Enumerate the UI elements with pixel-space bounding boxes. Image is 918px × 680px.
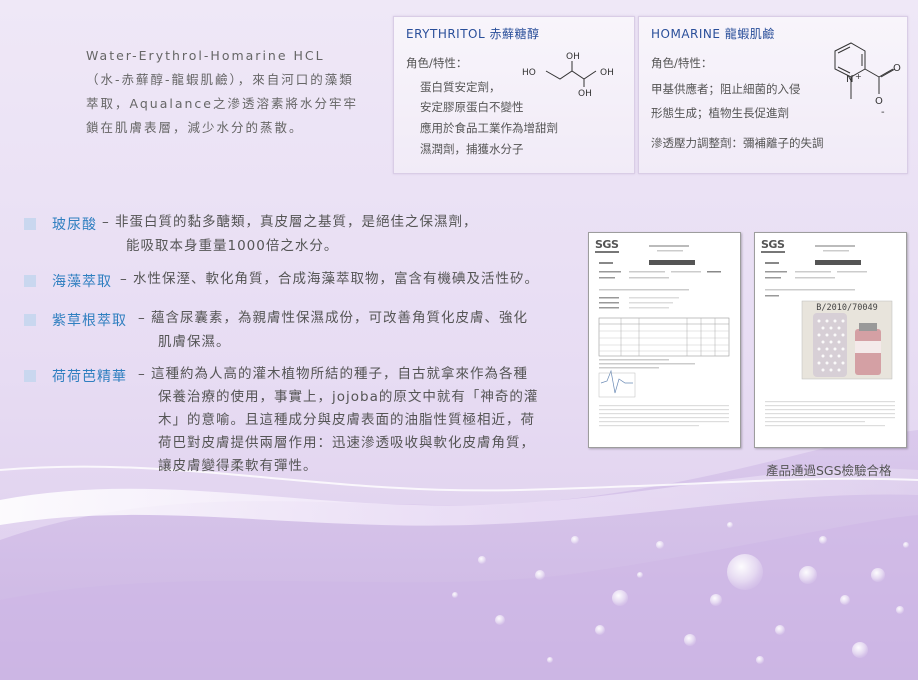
bullet-square — [24, 275, 36, 287]
intro-line: 鎖在肌膚表層，減少水分的蒸散。 — [86, 120, 304, 135]
ingredient-desc-line: – 非蛋白質的黏多醣類，真皮層之基質，是絕佳之保濕劑， — [102, 214, 478, 230]
bullet-square — [24, 314, 36, 326]
intro-line: 萃取，Aqualance之滲透溶素將水分牢牢 — [86, 96, 358, 111]
homarine-structure-icon: N + O O - — [834, 42, 901, 118]
structure-label: N — [846, 74, 853, 85]
ingredient-name: 荷荷芭精華 — [52, 369, 127, 385]
erythritol-line: 蛋白質安定劑， — [420, 80, 501, 94]
homarine-title: HOMARINE 龍蝦肌鹼 — [651, 27, 775, 41]
page: Water-Erythrol-Homarine HCL （水-赤蘚醇-龍蝦肌鹼）… — [0, 0, 918, 680]
ingredient-desc-line: 荷巴對皮膚提供兩層作用：迅速滲透吸收與軟化皮膚角質， — [158, 435, 535, 451]
erythritol-line: 應用於食品工業作為增甜劑 — [420, 121, 558, 135]
homarine-line: 形態生成；植物生長促進劑 — [651, 106, 789, 120]
ingredient-name: 海藻萃取 — [52, 274, 112, 290]
ingredient-name: 玻尿酸 — [52, 217, 97, 233]
ingredient-desc-line: – 水性保溼、軟化角質，合成海藻萃取物，富含有機碘及活性矽。 — [120, 271, 540, 287]
structure-label: O — [875, 96, 883, 107]
structure-label: - — [881, 107, 885, 118]
structure-label: OH — [600, 68, 614, 78]
report-document-icon — [765, 245, 895, 427]
bullet-square — [24, 218, 36, 230]
erythritol-structure-icon: HO OH OH OH — [522, 52, 614, 99]
bullet-square — [24, 370, 36, 382]
intro-paragraph: Water-Erythrol-Homarine HCL （水-赤蘚醇-龍蝦肌鹼）… — [86, 44, 386, 140]
sgs-caption: 產品通過SGS檢驗合格 — [766, 463, 892, 478]
ingredient-name: 紫草根萃取 — [52, 313, 127, 329]
erythritol-title: ERYTHRITOL 赤蘚糖醇 — [406, 27, 540, 41]
homarine-line: 甲基供應者；阻止細菌的入侵 — [651, 82, 801, 96]
ingredient-desc-line: – 這種約為人高的灌木植物所結的種子，自古就拿來作為各種 — [138, 366, 529, 382]
homarine-role-label: 角色/特性： — [651, 56, 713, 70]
sgs-certificate-report: SGS — [588, 232, 741, 448]
structure-label: O — [893, 63, 901, 74]
erythritol-line: 安定膠原蛋白不變性 — [420, 100, 524, 114]
intro-line: （水-赤蘚醇-龍蝦肌鹼），來自河口的藻類 — [86, 72, 354, 87]
ingredient-desc-line: 讓皮膚變得柔軟有彈性。 — [158, 458, 318, 474]
structure-label: OH — [578, 89, 592, 99]
report-document-icon — [598, 245, 730, 427]
homarine-card: HOMARINE 龍蝦肌鹼 角色/特性： 甲基供應者；阻止細菌的入侵 形態生成；… — [638, 16, 908, 174]
sgs-certificate-photo: SGS B/2010/70049 — [754, 232, 907, 448]
ingredient-desc-line: 保養治療的使用，事實上，jojoba的原文中就有「神奇的灌 — [158, 389, 539, 405]
structure-label: + — [855, 72, 862, 81]
structure-label: HO — [522, 68, 536, 78]
ingredient-desc-line: 肌膚保濕。 — [158, 334, 231, 350]
erythritol-line: 濕潤劑，捕獲水分子 — [420, 142, 524, 156]
intro-line: Water-Erythrol-Homarine HCL — [86, 48, 325, 63]
homarine-line: 滲透壓力調整劑：彌補離子的失調 — [651, 136, 824, 150]
ingredient-desc-line: – 蘊含尿囊素，為親膚性保濕成份，可改善角質化皮膚、強化 — [138, 310, 529, 326]
sample-label: B/2010/70049 — [816, 303, 878, 313]
structure-label: OH — [566, 52, 580, 62]
ingredient-desc-line: 能吸取本身重量1000倍之水分。 — [126, 238, 339, 254]
erythritol-card: ERYTHRITOL 赤蘚糖醇 角色/特性： 蛋白質安定劑， 安定膠原蛋白不變性… — [393, 16, 635, 174]
erythritol-role-label: 角色/特性： — [406, 56, 468, 70]
ingredient-desc-line: 木」的意喻。且這種成分與皮膚表面的油脂性質極相近，荷 — [158, 412, 535, 428]
